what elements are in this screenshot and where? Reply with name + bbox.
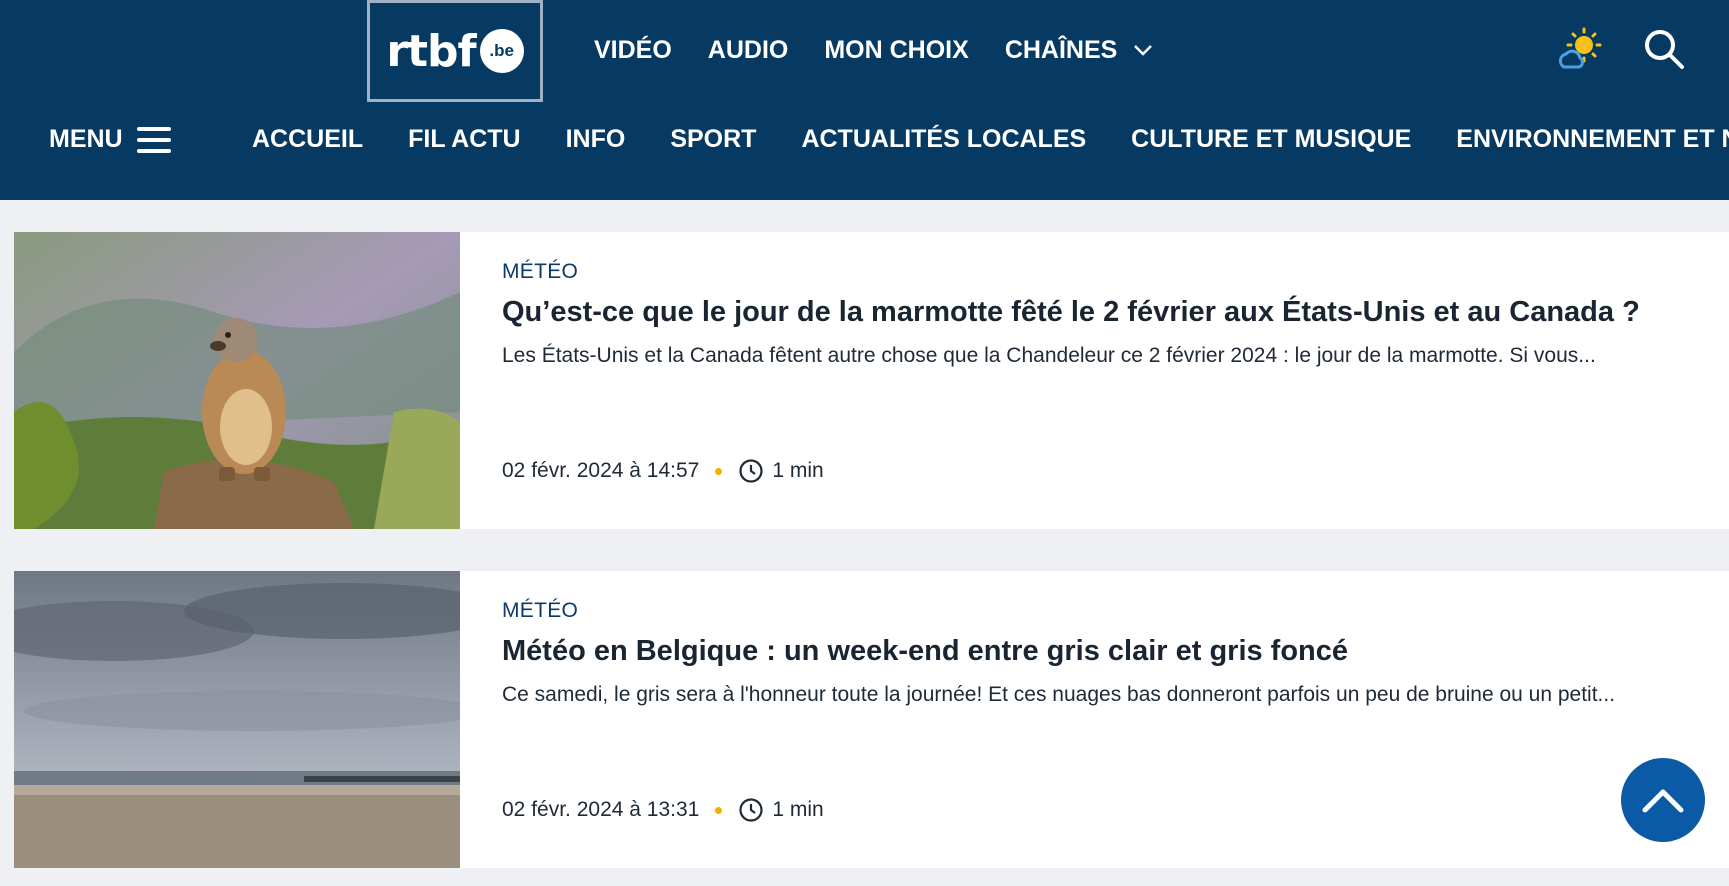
article-duration: 1 min bbox=[772, 459, 824, 482]
article-category[interactable]: MÉTÉO bbox=[502, 599, 578, 623]
nav-mon-choix[interactable]: MON CHOIX bbox=[824, 36, 968, 65]
nav-chaines-label: CHAÎNES bbox=[1004, 35, 1118, 64]
section-sport[interactable]: SPORT bbox=[670, 125, 756, 154]
article-body: MÉTÉO Qu’est-ce que le jour de la marmot… bbox=[502, 232, 1699, 529]
section-fil-actu[interactable]: FIL ACTU bbox=[408, 125, 521, 154]
article-description: Les États-Unis et la Canada fêtent autre… bbox=[502, 344, 1596, 367]
top-nav: VIDÉO AUDIO MON CHOIX CHAÎNES bbox=[594, 30, 1153, 70]
article-title[interactable]: Météo en Belgique : un week-end entre gr… bbox=[502, 635, 1348, 668]
nav-audio[interactable]: AUDIO bbox=[708, 36, 789, 65]
article-thumbnail-beach[interactable] bbox=[14, 571, 460, 868]
article-body: MÉTÉO Météo en Belgique : un week-end en… bbox=[502, 571, 1699, 868]
chevron-down-icon bbox=[1133, 44, 1153, 56]
chevron-up-icon bbox=[1641, 786, 1685, 814]
article-meta: 02 févr. 2024 à 13:31 1 min bbox=[502, 797, 824, 823]
menu-button[interactable]: MENU bbox=[49, 125, 171, 154]
hamburger-icon bbox=[136, 126, 171, 154]
logo-badge: .be bbox=[479, 29, 524, 73]
article-duration: 1 min bbox=[772, 798, 824, 821]
clock-icon bbox=[738, 458, 764, 484]
article-title[interactable]: Qu’est-ce que le jour de la marmotte fêt… bbox=[502, 296, 1640, 329]
section-actualites-locales[interactable]: ACTUALITÉS LOCALES bbox=[801, 125, 1086, 154]
section-culture-musique[interactable]: CULTURE ET MUSIQUE bbox=[1131, 125, 1411, 154]
article-date: 02 févr. 2024 à 14:57 bbox=[502, 459, 700, 482]
article-description: Ce samedi, le gris sera à l'honneur tout… bbox=[502, 683, 1616, 706]
section-environnement[interactable]: ENVIRONNEMENT ET N... bbox=[1456, 125, 1729, 154]
clock-icon bbox=[738, 797, 764, 823]
search-icon[interactable] bbox=[1643, 28, 1685, 70]
weather-sun-cloud-icon[interactable] bbox=[1558, 27, 1602, 71]
article-card[interactable]: MÉTÉO Qu’est-ce que le jour de la marmot… bbox=[14, 232, 1729, 529]
article-card[interactable]: MÉTÉO Météo en Belgique : un week-end en… bbox=[14, 571, 1729, 868]
logo-text: rtbf bbox=[386, 25, 476, 77]
article-meta: 02 févr. 2024 à 14:57 1 min bbox=[502, 458, 824, 484]
scroll-to-top-button[interactable] bbox=[1621, 758, 1705, 842]
article-category[interactable]: MÉTÉO bbox=[502, 260, 578, 284]
nav-chaines[interactable]: CHAÎNES bbox=[1005, 36, 1154, 65]
section-accueil[interactable]: ACCUEIL bbox=[252, 125, 363, 154]
separator-dot bbox=[715, 467, 723, 475]
site-header: rtbf .be VIDÉO AUDIO MON CHOIX CHAÎNES M… bbox=[0, 0, 1729, 200]
menu-label: MENU bbox=[49, 125, 123, 153]
rtbf-logo[interactable]: rtbf .be bbox=[367, 0, 543, 102]
article-date: 02 févr. 2024 à 13:31 bbox=[502, 798, 700, 821]
nav-video[interactable]: VIDÉO bbox=[594, 36, 672, 65]
section-nav: ACCUEIL FIL ACTU INFO SPORT ACTUALITÉS L… bbox=[252, 125, 1729, 154]
article-thumbnail-marmot[interactable] bbox=[14, 232, 460, 529]
section-info[interactable]: INFO bbox=[566, 125, 626, 154]
separator-dot bbox=[715, 806, 723, 814]
